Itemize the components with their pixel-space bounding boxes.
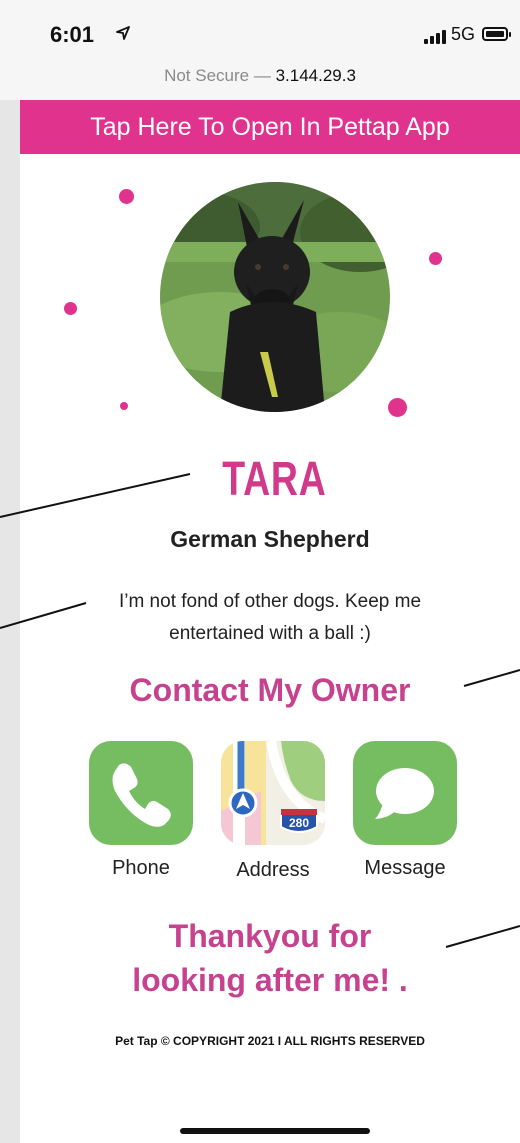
network-type: 5G (451, 24, 476, 44)
footer-copyright: Pet Tap © COPYRIGHT 2021 I ALL RIGHTS RE… (115, 1034, 425, 1048)
pet-bio: I’m not fond of other dogs. Keep me ente… (118, 591, 422, 644)
phone-label[interactable]: Phone (71, 857, 211, 880)
pet-breed: German Shepherd (170, 526, 370, 552)
phone-icon (112, 763, 171, 827)
pet-photo (160, 182, 390, 412)
interstate-badge: 280 (289, 816, 309, 830)
signal-icon (424, 30, 446, 44)
security-label: Not Secure — (164, 66, 271, 85)
battery-icon (482, 27, 511, 41)
open-in-app-banner[interactable]: Tap Here To Open In Pettap App (20, 100, 520, 154)
message-button[interactable] (353, 741, 457, 845)
decorative-dot (119, 189, 134, 204)
decorative-dot (120, 402, 128, 410)
address-label[interactable]: Address (203, 859, 343, 882)
thanks-line-1: Thankyou for (168, 918, 372, 954)
maps-icon: 280 (221, 741, 325, 845)
decorative-dot (64, 302, 77, 315)
message-icon (375, 768, 434, 819)
status-bar: 6:01 5G (0, 0, 520, 56)
url-address: 3.144.29.3 (275, 66, 356, 85)
location-arrow-icon (116, 26, 130, 40)
status-time: 6:01 (50, 22, 95, 47)
contact-heading: Contact My Owner (129, 672, 411, 708)
thanks-message: Thankyou for looking after me! . (60, 914, 480, 1002)
home-indicator[interactable] (180, 1128, 370, 1134)
pet-name: TARA (222, 453, 327, 506)
phone-button[interactable] (89, 741, 193, 845)
address-button[interactable]: 280 (221, 741, 325, 845)
decorative-dot (388, 398, 407, 417)
page-edge (0, 100, 20, 1143)
message-label[interactable]: Message (335, 857, 475, 880)
url-bar[interactable]: Not Secure — 3.144.29.3 (0, 56, 520, 100)
decorative-dot (429, 252, 442, 265)
thanks-line-2: looking after me! . (132, 962, 408, 998)
